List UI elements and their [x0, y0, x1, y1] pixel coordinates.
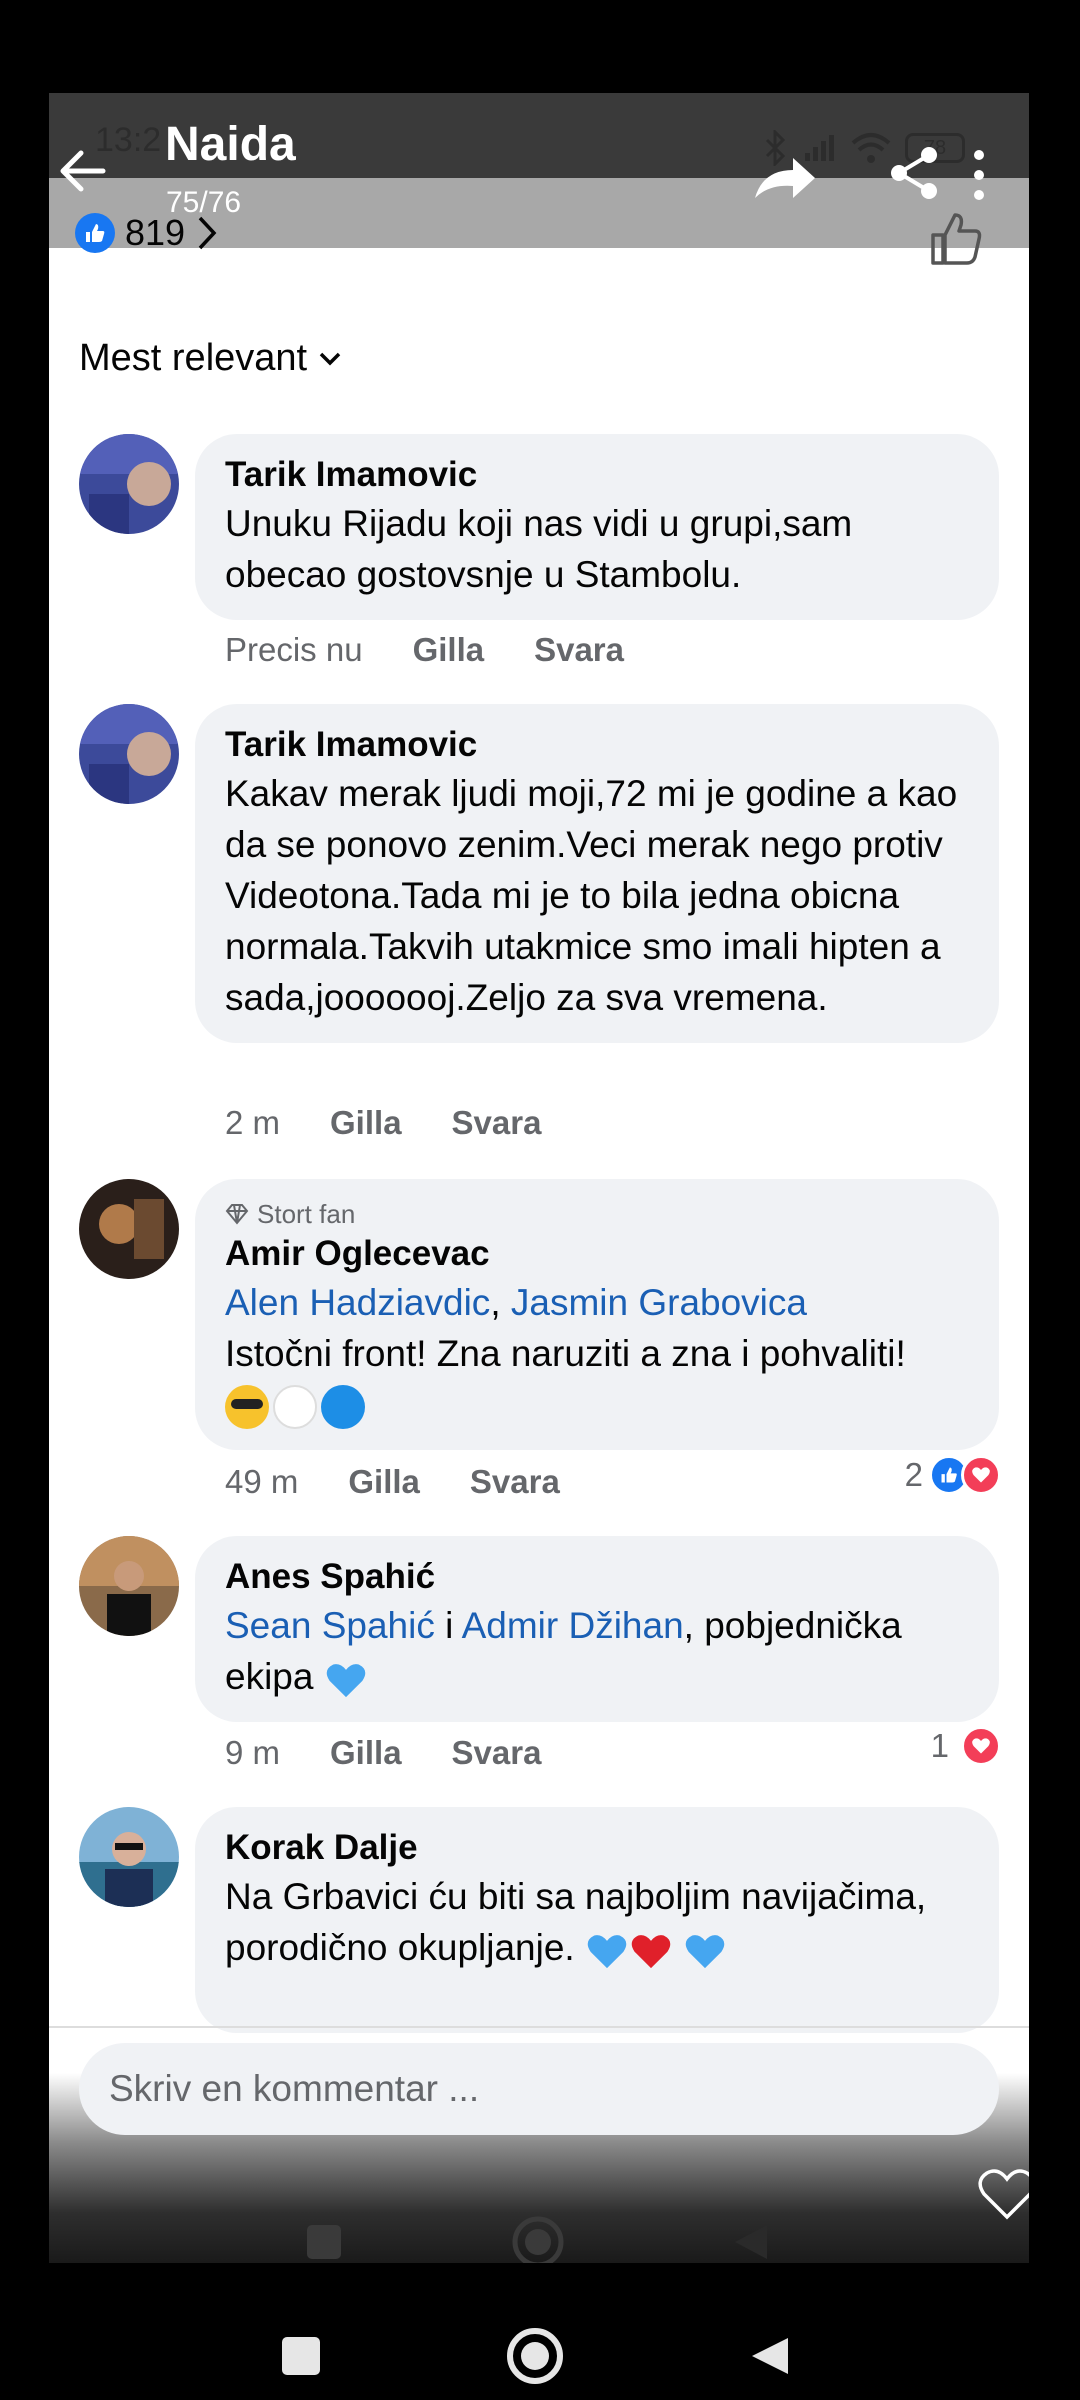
mention-link[interactable]: Jasmin Grabovica	[511, 1282, 807, 1323]
comment-time: 9 m	[225, 1734, 281, 1771]
diamond-icon	[225, 1204, 249, 1225]
like-reaction-icon	[75, 213, 115, 253]
reactions-summary[interactable]: 2	[905, 1455, 1001, 1495]
reaction-count: 1	[930, 1727, 949, 1764]
back-button[interactable]	[752, 2338, 788, 2374]
more-options-icon[interactable]	[969, 145, 989, 205]
like-comment-button[interactable]: Gilla	[330, 1734, 402, 1772]
back-nav-icon	[735, 2225, 767, 2259]
comment-actions: 9 m Gilla Svara	[225, 1734, 541, 1772]
mention-link[interactable]: Admir Džihan	[462, 1605, 684, 1646]
avatar[interactable]	[79, 434, 179, 534]
chevron-down-icon	[319, 352, 341, 365]
comment-bubble: Tarik Imamovic Kakav merak ljudi moji,72…	[195, 704, 999, 1043]
app-frame: 13:2 78 Naida 75/76 819 Mest relevant Ta…	[49, 93, 1029, 2263]
comment-time: Precis nu	[225, 631, 363, 668]
emoji-row	[225, 1379, 969, 1430]
mention-link[interactable]: Alen Hadziavdic	[225, 1282, 490, 1323]
comment-text: Kakav merak ljudi moji,72 mi je godine a…	[225, 773, 958, 1018]
mention-link[interactable]: Sean Spahić	[225, 1605, 435, 1646]
recents-icon	[307, 2225, 341, 2259]
red-heart-emoji-icon	[631, 1935, 671, 1969]
divider	[49, 2026, 1029, 2028]
like-button-icon[interactable]	[927, 211, 983, 267]
like-comment-button[interactable]: Gilla	[348, 1463, 420, 1501]
system-navigation-bar	[282, 2328, 788, 2384]
blue-heart-emoji-icon	[587, 1935, 627, 1969]
likes-count: 819	[125, 212, 186, 253]
comment-bubble: Stort fan Amir Oglecevac Alen Hadziavdic…	[195, 1179, 999, 1450]
comment-text: Sean Spahić i Admir Džihan, pobjednička …	[225, 1600, 969, 1702]
top-fan-badge: Stort fan	[225, 1197, 969, 1231]
avatar[interactable]	[79, 1536, 179, 1636]
share-icon[interactable]	[887, 143, 943, 203]
reply-button[interactable]: Svara	[452, 1104, 542, 1142]
back-arrow-icon[interactable]	[53, 141, 113, 201]
comment-author[interactable]: Tarik Imamovic	[225, 722, 969, 768]
likes-summary[interactable]: 819	[75, 211, 219, 255]
chevron-right-icon	[198, 216, 217, 250]
comment-text: Na Grbavici ću biti sa najboljim navijač…	[225, 1871, 969, 1973]
blue-heart-emoji-icon	[685, 1935, 725, 1969]
comment-actions: Precis nu Gilla Svara	[225, 631, 624, 669]
like-comment-button[interactable]: Gilla	[330, 1104, 402, 1142]
sort-label: Mest relevant	[79, 337, 308, 379]
recents-button[interactable]	[282, 2337, 320, 2375]
comment-time: 49 m	[225, 1463, 299, 1500]
comment-actions: 49 m Gilla Svara	[225, 1463, 560, 1501]
top-bar: 13:2 78 Naida 75/76 819	[49, 93, 1029, 265]
comment-author[interactable]: Korak Dalje	[225, 1825, 969, 1871]
comment-time: 2 m	[225, 1104, 281, 1141]
reply-button[interactable]: Svara	[452, 1734, 542, 1772]
avatar[interactable]	[79, 1807, 179, 1907]
blue-heart-emoji-icon	[326, 1664, 366, 1698]
heart-reaction-icon	[961, 1726, 1001, 1766]
sunglasses-emoji-icon	[225, 1385, 269, 1430]
comment-text: Unuku Rijadu koji nas vidi u grupi,sam o…	[225, 503, 853, 595]
comment-input[interactable]: Skriv en kommentar ...	[79, 2043, 999, 2135]
comment-bubble: Tarik Imamovic Unuku Rijadu koji nas vid…	[195, 434, 999, 620]
comment-author[interactable]: Tarik Imamovic	[225, 452, 969, 498]
inner-nav-bar	[307, 2216, 767, 2263]
comment-bubble: Korak Dalje Na Grbavici ću biti sa najbo…	[195, 1807, 999, 2033]
badge-label: Stort fan	[257, 1199, 356, 1229]
photo-owner-title[interactable]: Naida	[165, 117, 296, 172]
comment-text: Istočni front! Zna naruziti a zna i pohv…	[225, 1333, 906, 1374]
heart-reaction-icon	[961, 1455, 1001, 1495]
forward-share-icon[interactable]	[749, 148, 819, 208]
reply-button[interactable]: Svara	[534, 631, 624, 669]
blue-circle-emoji-icon	[321, 1385, 365, 1430]
mention-joiner: i	[445, 1605, 454, 1646]
comment-bubble: Anes Spahić Sean Spahić i Admir Džihan, …	[195, 1536, 999, 1722]
like-comment-button[interactable]: Gilla	[413, 631, 485, 669]
sort-dropdown[interactable]: Mest relevant	[79, 337, 343, 380]
reactions-summary[interactable]: 1	[931, 1726, 1001, 1766]
reply-button[interactable]: Svara	[470, 1463, 560, 1501]
comment-author[interactable]: Anes Spahić	[225, 1554, 969, 1600]
comment-text-body: Na Grbavici ću biti sa najboljim navijač…	[225, 1876, 927, 1968]
avatar[interactable]	[79, 704, 179, 804]
avatar[interactable]	[79, 1179, 179, 1279]
comment-author[interactable]: Amir Oglecevac	[225, 1231, 969, 1277]
reaction-count: 2	[904, 1456, 923, 1493]
comment-input-placeholder: Skriv en kommentar ...	[109, 2068, 480, 2109]
comment-actions: 2 m Gilla Svara	[225, 1104, 541, 1142]
mention-separator: ,	[490, 1282, 501, 1323]
white-circle-emoji-icon	[273, 1385, 317, 1430]
comment-mentions: Alen Hadziavdic, Jasmin Grabovica	[225, 1277, 969, 1328]
